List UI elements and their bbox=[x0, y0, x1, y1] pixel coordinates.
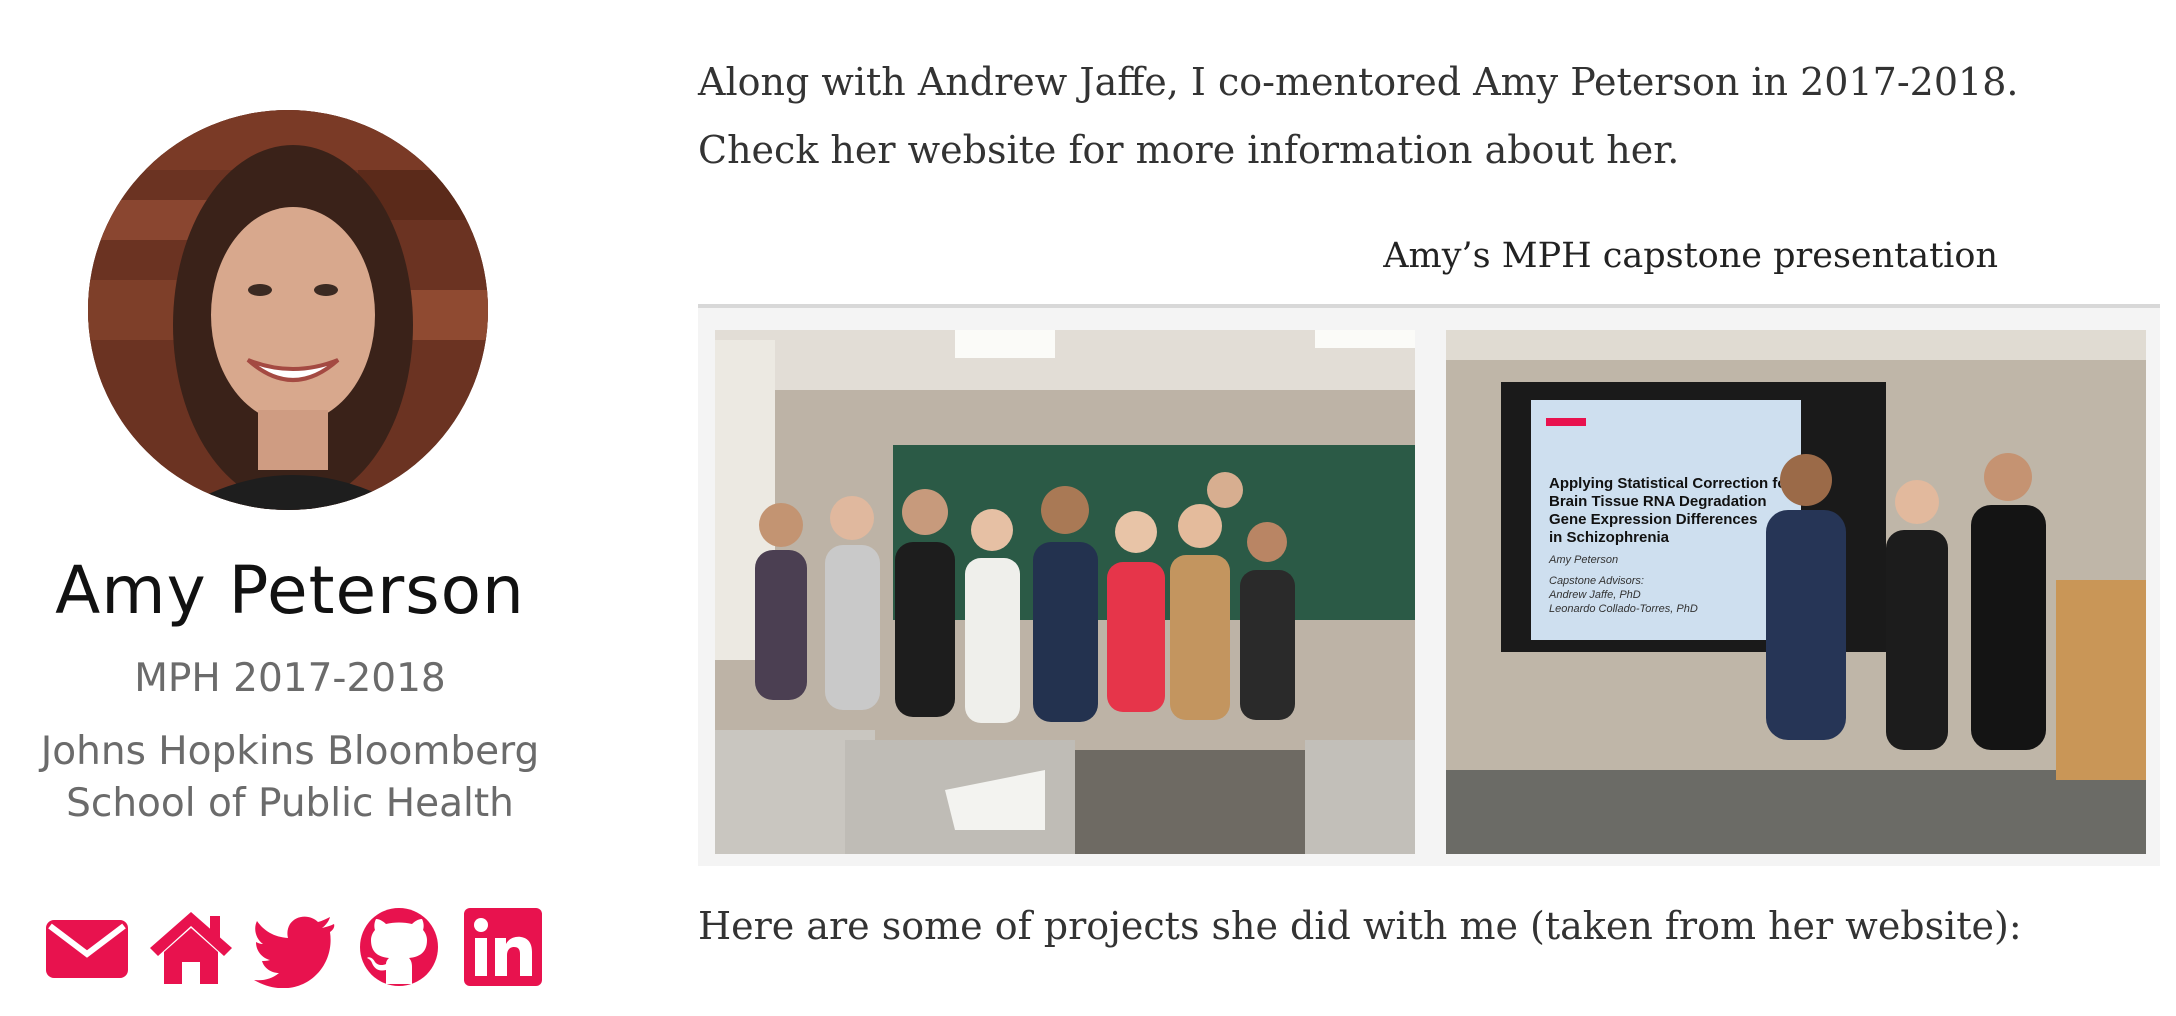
website-link[interactable] bbox=[148, 906, 234, 988]
group-photo-image bbox=[715, 330, 1415, 854]
presentation-photo[interactable]: Applying Statistical Correction for Brai… bbox=[1446, 330, 2146, 854]
slide-title-line-3: Gene Expression Differences bbox=[1549, 511, 1757, 528]
envelope-icon bbox=[46, 920, 128, 978]
photo-gallery: Applying Statistical Correction for Brai… bbox=[698, 304, 2160, 866]
slide-title-line-2: Brain Tissue RNA Degradation bbox=[1549, 493, 1767, 510]
presenters-silhouettes bbox=[1766, 453, 2046, 750]
twitter-icon bbox=[254, 916, 335, 988]
org-line-2: School of Public Health bbox=[66, 781, 514, 826]
slide-title-line-4: in Schizophrenia bbox=[1549, 529, 1670, 546]
profile-organization: Johns Hopkins Bloomberg School of Public… bbox=[0, 726, 580, 830]
org-line-1: Johns Hopkins Bloomberg bbox=[40, 729, 540, 774]
twitter-link[interactable] bbox=[252, 906, 338, 988]
slide-advisor-2: Leonardo Collado-Torres, PhD bbox=[1549, 603, 1698, 615]
linkedin-link[interactable] bbox=[460, 906, 546, 988]
linkedin-icon bbox=[464, 908, 542, 986]
github-link[interactable] bbox=[356, 906, 442, 988]
slide-advisor-1: Andrew Jaffe, PhD bbox=[1548, 589, 1641, 601]
social-links bbox=[44, 906, 546, 988]
slide-advisors-label: Capstone Advisors: bbox=[1549, 575, 1644, 587]
profile-sidebar: Amy Peterson MPH 2017-2018 Johns Hopkins… bbox=[0, 0, 580, 1016]
slide-author: Amy Peterson bbox=[1548, 554, 1618, 566]
avatar bbox=[88, 110, 488, 510]
slide-title-line-1: Applying Statistical Correction for bbox=[1549, 475, 1793, 492]
github-icon bbox=[360, 908, 438, 986]
projects-intro: Here are some of projects she did with m… bbox=[698, 904, 2022, 948]
home-icon bbox=[150, 912, 232, 984]
intro-paragraph: Along with Andrew Jaffe, I co-mentored A… bbox=[698, 60, 2019, 172]
group-photo[interactable] bbox=[715, 330, 1415, 854]
email-link[interactable] bbox=[44, 906, 130, 988]
avatar-photo bbox=[88, 110, 488, 510]
profile-name: Amy Peterson bbox=[55, 552, 525, 629]
presentation-photo-image: Applying Statistical Correction for Brai… bbox=[1446, 330, 2146, 854]
gallery-caption: Amy’s MPH capstone presentation bbox=[1383, 236, 1998, 276]
profile-role: MPH 2017-2018 bbox=[134, 656, 446, 701]
